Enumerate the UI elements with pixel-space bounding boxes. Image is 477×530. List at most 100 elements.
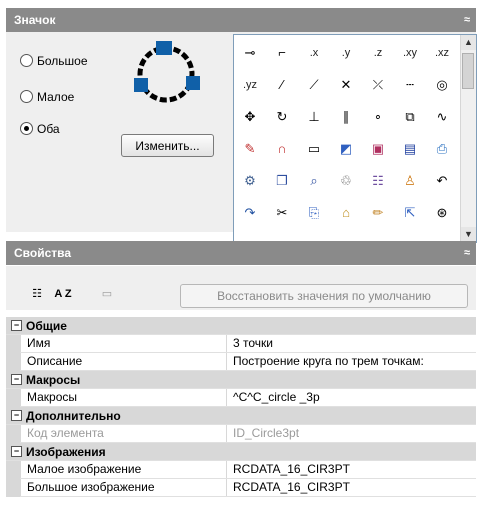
scroll-up-icon[interactable]: ▲ xyxy=(461,35,476,50)
property-row[interactable]: Большое изображение RCDATA_16_CIR3PT xyxy=(6,479,476,497)
icon-grid[interactable]: ⊸ ⌐ .x .y .z .xy .xz .yz ⁄ ⟋ ✕ ⤫ ┄ ◎ ✥ ↻… xyxy=(233,34,477,243)
property-value[interactable]: RCDATA_16_CIR3PT xyxy=(226,461,473,478)
ray-icon[interactable]: ⊸ xyxy=(234,37,266,69)
property-grid: − Общие Имя 3 точки Описание Построение … xyxy=(6,317,476,528)
dashed-line-icon[interactable]: ┄ xyxy=(394,69,426,101)
radio-label: Малое xyxy=(37,90,75,104)
filter-xy-icon[interactable]: .xy xyxy=(394,37,426,69)
property-value[interactable]: 3 точки xyxy=(226,335,473,352)
cross-icon[interactable]: ✕ xyxy=(330,69,362,101)
category-general[interactable]: − Общие xyxy=(6,317,476,335)
radio-label: Большое xyxy=(37,54,88,68)
radio-small[interactable]: Малое xyxy=(20,88,74,106)
donut-icon[interactable]: ◎ xyxy=(426,69,458,101)
collapse-minus-icon[interactable]: − xyxy=(11,410,22,421)
text-icon[interactable]: ⊛ xyxy=(426,197,458,229)
property-name: Описание xyxy=(20,353,226,370)
change-button[interactable]: Изменить... xyxy=(121,134,214,157)
icon-panel-header[interactable]: Значок ≈ xyxy=(6,8,476,32)
printer-icon[interactable]: ⎙ xyxy=(426,133,458,165)
save-icon[interactable]: ▤ xyxy=(394,133,426,165)
category-images[interactable]: − Изображения xyxy=(6,443,476,461)
match-properties-icon[interactable]: ✎ xyxy=(234,133,266,165)
filter-y-icon[interactable]: .y xyxy=(330,37,362,69)
property-name: Макросы xyxy=(20,389,226,406)
property-row[interactable]: Имя 3 точки xyxy=(6,335,476,353)
restore-defaults-button[interactable]: Восстановить значения по умолчанию xyxy=(180,284,468,308)
image-icon[interactable]: ▣ xyxy=(362,133,394,165)
rotate-icon[interactable]: ↻ xyxy=(266,101,298,133)
scrollbar-thumb[interactable] xyxy=(462,53,474,89)
category-label: Дополнительно xyxy=(26,409,121,423)
property-row[interactable]: Макросы ^C^C_circle _3p xyxy=(6,389,476,407)
3d-orbit-icon[interactable]: ✥ xyxy=(234,101,266,133)
category-label: Изображения xyxy=(26,445,106,459)
collapse-minus-icon[interactable]: − xyxy=(11,374,22,385)
xline-icon[interactable]: ⤫ xyxy=(362,69,394,101)
plot-icon[interactable]: ⚙ xyxy=(234,165,266,197)
collapse-icon[interactable]: ≈ xyxy=(464,8,470,32)
collapse-icon[interactable]: ≈ xyxy=(464,241,470,265)
property-pages-icon[interactable]: ▭ xyxy=(96,283,118,305)
radio-button[interactable] xyxy=(20,90,33,103)
pencil-icon[interactable]: ✏ xyxy=(362,197,394,229)
line-icon[interactable]: ⁄ xyxy=(266,69,298,101)
insert-icon[interactable]: ◩ xyxy=(330,133,362,165)
redo-icon[interactable]: ↷ xyxy=(234,197,266,229)
perpendicular-icon[interactable]: ⊥ xyxy=(298,101,330,133)
group-icon[interactable]: ⧉ xyxy=(394,101,426,133)
open-folder-icon[interactable]: ⌂ xyxy=(330,197,362,229)
hatch-icon[interactable]: ∩ xyxy=(266,133,298,165)
radio-large[interactable]: Большое xyxy=(20,52,88,70)
copy-icon[interactable]: ❐ xyxy=(266,165,298,197)
icon-panel-body: Большое Малое Оба Изменить... ⊸ ⌐ .x .y … xyxy=(6,32,477,243)
collapse-minus-icon[interactable]: − xyxy=(11,320,22,331)
collapse-minus-icon[interactable]: − xyxy=(11,446,22,457)
icon-panel-title: Значок xyxy=(14,13,56,27)
property-row[interactable]: Малое изображение RCDATA_16_CIR3PT xyxy=(6,461,476,479)
radio-both[interactable]: Оба xyxy=(20,120,60,138)
paste-icon[interactable]: ⎘ xyxy=(298,197,330,229)
radio-button[interactable] xyxy=(20,122,33,135)
select-icon[interactable]: ⇱ xyxy=(394,197,426,229)
properties-panel-header[interactable]: Свойства ≈ xyxy=(6,241,476,265)
cut-icon[interactable]: ✂ xyxy=(266,197,298,229)
property-value: ID_Circle3pt xyxy=(226,425,473,442)
property-value[interactable]: ^C^C_circle _3p xyxy=(226,389,473,406)
property-name: Большое изображение xyxy=(20,479,226,496)
scroll-down-icon[interactable]: ▼ xyxy=(461,227,476,242)
property-row[interactable]: Описание Построение круга по трем точкам… xyxy=(6,353,476,371)
print-preview-icon[interactable]: ⌕ xyxy=(298,165,330,197)
circle-3pt-preview-icon xyxy=(134,41,200,103)
filter-xz-icon[interactable]: .xz xyxy=(426,37,458,69)
construction-line-icon[interactable]: ⟋ xyxy=(298,69,330,101)
alphabetical-sort-icon[interactable]: A Z xyxy=(52,283,74,305)
filter-x-icon[interactable]: .x xyxy=(298,37,330,69)
property-name: Код элемента xyxy=(20,425,226,442)
parallel-icon[interactable]: ∥ xyxy=(330,101,362,133)
filter-z-icon[interactable]: .z xyxy=(362,37,394,69)
property-name: Малое изображение xyxy=(20,461,226,478)
category-label: Макросы xyxy=(26,373,81,387)
radio-button[interactable] xyxy=(20,54,33,67)
spline-icon[interactable]: ∿ xyxy=(426,101,458,133)
radio-label: Оба xyxy=(37,122,60,136)
property-name: Имя xyxy=(20,335,226,352)
properties-toolbar: ☷ A Z ▭ Восстановить значения по умолчан… xyxy=(6,266,476,310)
purge-icon[interactable]: ♙ xyxy=(394,165,426,197)
filter-yz-icon[interactable]: .yz xyxy=(234,69,266,101)
property-value[interactable]: RCDATA_16_CIR3PT xyxy=(226,479,473,496)
node-icon[interactable]: ∘ xyxy=(362,101,394,133)
properties-panel-title: Свойства xyxy=(14,246,72,260)
layer-manager-icon[interactable]: ☷ xyxy=(362,165,394,197)
property-value[interactable]: Построение круга по трем точкам: xyxy=(226,353,473,370)
polyline-icon[interactable]: ⌐ xyxy=(266,37,298,69)
category-macros[interactable]: − Макросы xyxy=(6,371,476,389)
publish-icon[interactable]: ♲ xyxy=(330,165,362,197)
category-label: Общие xyxy=(26,319,67,333)
category-advanced[interactable]: − Дополнительно xyxy=(6,407,476,425)
block-icon[interactable]: ▭ xyxy=(298,133,330,165)
categorized-view-icon[interactable]: ☷ xyxy=(26,283,48,305)
icon-grid-scrollbar[interactable]: ▲ ▼ xyxy=(460,35,476,242)
undo-icon[interactable]: ↶ xyxy=(426,165,458,197)
